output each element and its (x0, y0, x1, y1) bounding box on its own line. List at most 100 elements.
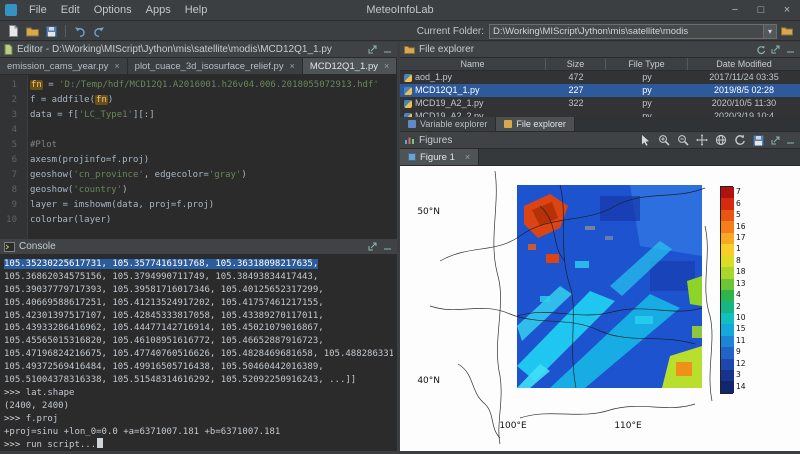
code-text[interactable]: fn = 'D:/Temp/hdf/MCD12Q1.A2016001.h26v0… (22, 78, 379, 93)
file-explorer-float-icon[interactable] (770, 44, 781, 55)
close-button[interactable]: × (774, 0, 800, 21)
console-line[interactable]: 105.39037779717393, 105.39581716017346, … (4, 284, 393, 297)
colorbar-label: 6 (736, 197, 746, 208)
current-folder-value: D:\Working\MIScript\Jython\mis\satellite… (490, 26, 763, 37)
new-file-icon[interactable] (5, 24, 22, 39)
figure-tab[interactable]: Figure 1 × (400, 149, 479, 165)
figure-refresh-icon[interactable] (732, 134, 747, 147)
file-type-cell: py (606, 110, 688, 117)
figure-tab-bar: Figure 1 × (400, 149, 800, 166)
column-header-name[interactable]: Name (400, 58, 546, 70)
file-explorer-minimize-icon[interactable] (785, 44, 796, 55)
console-output[interactable]: 105.35230225617731, 105.3577416191768, 1… (0, 255, 397, 451)
figure-tab-close-icon[interactable]: × (465, 152, 470, 162)
figure-canvas[interactable]: 50°N 40°N 100°E 110°E 765161718181342101… (400, 166, 800, 451)
code-text[interactable]: geoshow('country') (22, 183, 128, 198)
editor-float-icon[interactable] (367, 44, 378, 55)
code-text[interactable]: data = f['LC_Type1'][:] (22, 108, 155, 123)
colorbar-segment (721, 313, 734, 324)
open-folder-icon[interactable] (24, 24, 41, 39)
tab-label: MCD12Q1_1.py (310, 61, 378, 72)
column-header-file-type[interactable]: File Type (606, 58, 688, 70)
colorbar-segment (721, 221, 734, 232)
code-text[interactable]: layer = imshowm(data, proj=f.proj) (22, 198, 214, 213)
code-text[interactable]: f = addfile(fn) (22, 93, 113, 108)
menu-apps[interactable]: Apps (139, 4, 178, 16)
console-line[interactable]: >>> run script... (4, 438, 393, 451)
console-line[interactable]: 105.45565015316820, 105.46108951616772, … (4, 335, 393, 348)
table-row[interactable]: MCD19_A2_1.py322py2020/10/5 11:30 (400, 97, 800, 110)
console-line[interactable]: 105.35230225617731, 105.3577416191768, 1… (4, 258, 393, 271)
x-tick-110e: 110°E (614, 421, 642, 431)
console-line[interactable]: >>> lat.shape (4, 387, 393, 400)
console-line[interactable]: 105.42301397517107, 105.42845333817058, … (4, 310, 393, 323)
file-explorer-header: File explorer (400, 42, 800, 58)
colorbar-label: 5 (736, 209, 746, 220)
line-number: 5 (0, 138, 22, 153)
column-header-size[interactable]: Size (546, 58, 606, 70)
select-arrow-icon[interactable] (637, 134, 652, 147)
browse-folder-icon[interactable] (778, 24, 795, 39)
console-float-icon[interactable] (367, 241, 378, 252)
colorbar-label: 12 (736, 358, 746, 369)
editor-tab-mcd12q1-1-py[interactable]: MCD12Q1_1.py × (303, 58, 397, 74)
menu-file[interactable]: File (22, 4, 54, 16)
file-explorer-icon (404, 45, 415, 54)
tab-close-icon[interactable]: × (384, 61, 389, 71)
minimize-button[interactable]: − (722, 0, 748, 21)
colorbar-segment (721, 324, 734, 335)
console-icon (4, 242, 15, 252)
tab-close-icon[interactable]: × (114, 61, 119, 71)
tab-file-explorer[interactable]: File explorer (496, 117, 575, 131)
console-panel-header: Console (0, 239, 397, 255)
console-line[interactable]: 105.47196824216675, 105.47740760516626, … (4, 348, 393, 361)
console-line[interactable]: +proj=sinu +lon_0=0.0 +a=6371007.181 +b=… (4, 426, 393, 439)
editor-tab-plot-cuace-3d-isosurface-relief-py[interactable]: plot_cuace_3d_isosurface_relief.py× (128, 58, 303, 74)
tab-variable-explorer[interactable]: Variable explorer (400, 117, 496, 131)
table-row[interactable]: MCD19_A2_2.pypy2020/3/19 10:4 (400, 110, 800, 117)
menu-bar: FileEditOptionsAppsHelp (22, 4, 214, 16)
code-text[interactable] (22, 123, 30, 138)
colorbar-label: 11 (736, 335, 746, 346)
console-minimize-icon[interactable] (382, 241, 393, 252)
tab-close-icon[interactable]: × (290, 61, 295, 71)
zoom-out-icon[interactable] (675, 134, 690, 147)
code-line: 7geoshow('cn_province', edgecolor='gray'… (0, 168, 397, 183)
file-date-cell: 2020/3/19 10:4 (688, 110, 800, 117)
figure-save-icon[interactable] (751, 134, 766, 147)
current-folder-combobox[interactable]: D:\Working\MIScript\Jython\mis\satellite… (489, 24, 777, 39)
console-line[interactable]: 105.36862034575156, 105.3794990711749, 1… (4, 271, 393, 284)
undo-icon[interactable] (71, 24, 88, 39)
figure-tab-label: Figure 1 (420, 152, 455, 163)
refresh-icon[interactable] (755, 44, 766, 55)
full-extent-globe-icon[interactable] (713, 134, 728, 147)
maximize-button[interactable]: □ (748, 0, 774, 21)
redo-icon[interactable] (90, 24, 107, 39)
editor-tab-emission-cams-year-py[interactable]: emission_cams_year.py× (0, 58, 128, 74)
console-line[interactable]: >>> f.proj (4, 413, 393, 426)
code-text[interactable]: #Plot (22, 138, 57, 153)
console-line[interactable]: 105.40669588617251, 105.41213524917202, … (4, 297, 393, 310)
menu-options[interactable]: Options (87, 4, 139, 16)
console-line[interactable]: 105.51004378316338, 105.51548314616292, … (4, 374, 393, 387)
code-editor[interactable]: 1fn = 'D:/Temp/hdf/MCD12Q1.A2016001.h26v… (0, 75, 397, 239)
editor-minimize-icon[interactable] (382, 44, 393, 55)
console-line[interactable]: 105.49372569416484, 105.49916505716438, … (4, 361, 393, 374)
column-header-date-modified[interactable]: Date Modified (688, 58, 800, 70)
menu-edit[interactable]: Edit (54, 4, 87, 16)
table-row[interactable]: MCD12Q1_1.py227py2019/8/5 02:28 (400, 84, 800, 97)
console-line[interactable]: 105.43933286416962, 105.44477142716914, … (4, 322, 393, 335)
code-text[interactable]: colorbar(layer) (22, 213, 111, 228)
figures-minimize-icon[interactable] (785, 135, 796, 146)
figures-float-icon[interactable] (770, 135, 781, 146)
zoom-in-icon[interactable] (656, 134, 671, 147)
code-text[interactable]: axesm(projinfo=f.proj) (22, 153, 149, 168)
save-icon[interactable] (43, 24, 60, 39)
code-text[interactable]: geoshow('cn_province', edgecolor='gray') (22, 168, 247, 183)
menu-help[interactable]: Help (178, 4, 215, 16)
pan-icon[interactable] (694, 134, 709, 147)
console-line[interactable]: (2400, 2400) (4, 400, 393, 413)
raster-image (517, 185, 702, 388)
table-row[interactable]: aod_1.py472py2017/11/24 03:35 (400, 71, 800, 84)
combobox-dropdown-icon[interactable]: ▾ (763, 25, 776, 38)
